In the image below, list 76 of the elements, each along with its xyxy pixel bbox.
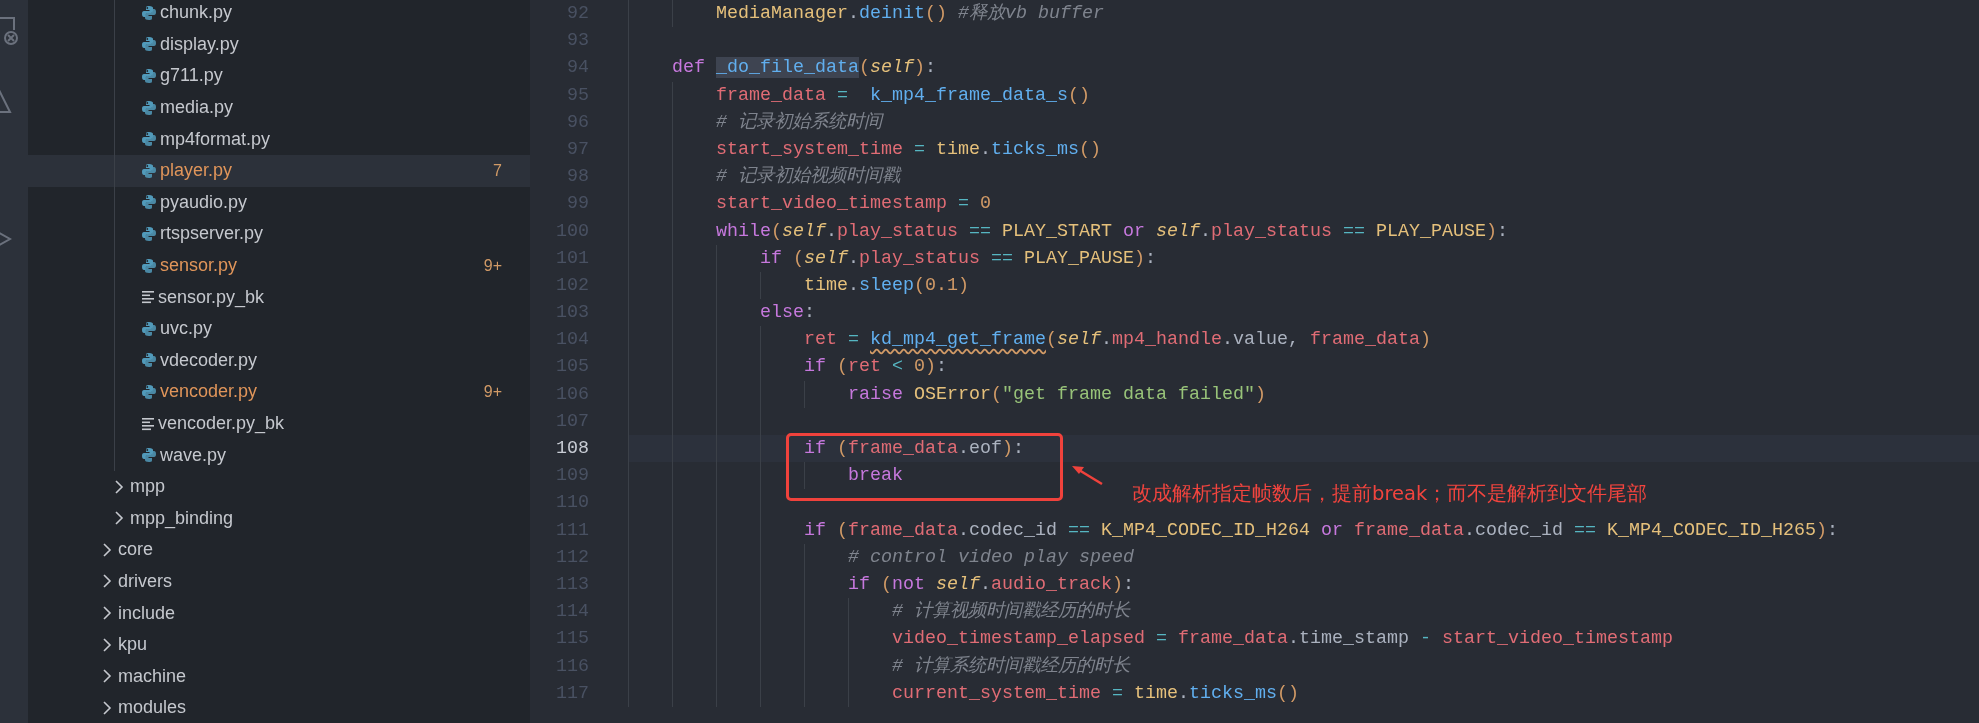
python-file-icon [141, 383, 157, 400]
python-file-icon [141, 4, 157, 21]
folder-item[interactable]: drivers [28, 565, 530, 598]
code-line: MediaManager.deinit() #释放vb buffer [716, 2, 1104, 26]
text-lines-icon [141, 416, 155, 431]
folder-item[interactable]: core [28, 534, 530, 566]
file-item[interactable]: wave.py [28, 439, 530, 471]
python-file-icon [141, 162, 157, 179]
python-file-icon [141, 447, 157, 464]
chevron-icon [101, 636, 113, 653]
code-line: if (ret < 0): [804, 355, 947, 380]
file-item[interactable]: display.py [28, 28, 530, 61]
code-line: current_system_time = time.ticks_ms() [892, 681, 1299, 706]
code-line: else: [760, 301, 815, 326]
code-line: video_timestamp_elapsed = frame_data.time_stamp - start_video_timestamp [892, 627, 1673, 652]
code-line: raise OSError("get frame data failed") [848, 382, 1266, 407]
folder-item[interactable]: machine [28, 660, 530, 693]
code-line: start_system_time = time.ticks_ms() [716, 137, 1101, 162]
python-file-icon [141, 225, 157, 242]
python-file-icon [141, 352, 157, 369]
chevron-icon [113, 478, 125, 495]
folder-item[interactable]: kpu [28, 628, 530, 661]
code-line: # 记录初始系统时间 [716, 110, 882, 135]
problem-count: 9+ [483, 255, 502, 276]
chevron-icon [101, 699, 113, 716]
file-item[interactable]: player.py 7 [28, 154, 530, 187]
line-number: 108 [556, 437, 589, 461]
code-line: # 记录初始视频时间戳 [716, 164, 900, 190]
file-item[interactable]: vencoder.py_bk [28, 407, 530, 440]
file-item[interactable]: uvc.py [28, 312, 530, 345]
problem-count: 7 [493, 160, 502, 181]
code-line: break [848, 464, 903, 489]
folder-item[interactable]: include [28, 597, 530, 629]
file-item[interactable]: vdecoder.py [28, 344, 530, 377]
file-item[interactable]: sensor.py_bk [28, 281, 530, 313]
annotation-arrow [1072, 466, 1103, 486]
chevron-icon [101, 605, 113, 622]
file-item[interactable]: chunk.py [28, 0, 530, 29]
code-line: def _do_file_data(self): [672, 56, 936, 81]
folder-item[interactable]: modules [28, 692, 530, 723]
file-item[interactable]: sensor.py 9+ [28, 249, 530, 282]
code-line: # 计算系统时间戳经历的时长 [892, 654, 1130, 679]
python-file-icon [141, 68, 157, 84]
code-line: if (frame_data.eof): [804, 437, 1024, 461]
python-file-icon [141, 257, 157, 274]
code-line: ret = kd_mp4_get_frame(self.mp4_handle.value, frame_data) [804, 328, 1431, 353]
problem-count: 9+ [483, 381, 502, 402]
box-x-icon[interactable] [0, 16, 20, 48]
python-file-icon [141, 320, 157, 337]
code-line: time.sleep(0.1) [804, 273, 969, 298]
code-line: if (frame_data.codec_id == K_MP4_CODEC_ID_H264 or frame_data.codec_id == K_MP4_CODEC_ID_H265): [804, 518, 1838, 543]
code-line: # 计算视频时间戳经历的时长 [892, 600, 1130, 625]
chevron-icon [101, 573, 113, 590]
code-line: if (self.play_status == PLAY_PAUSE): [760, 246, 1156, 271]
python-file-icon [141, 194, 157, 211]
code-line: while(self.play_status == PLAY_START or self.play_status == PLAY_PAUSE): [716, 219, 1508, 244]
chevron-icon [101, 541, 113, 558]
file-item[interactable]: g711.py [28, 60, 530, 92]
folder-item[interactable]: mpp_binding [28, 502, 530, 535]
code-line: start_video_timestamp = 0 [716, 192, 991, 217]
file-item[interactable]: pyaudio.py [28, 186, 530, 219]
code-line: if (not self.audio_track): [848, 572, 1134, 597]
code-line: frame_data = k_mp4_frame_data_s() [716, 83, 1090, 108]
file-item[interactable]: vencoder.py 9+ [28, 376, 530, 408]
text-lines-icon [141, 290, 155, 305]
folder-item[interactable]: mpp [28, 470, 530, 503]
file-item[interactable]: media.py [28, 91, 530, 124]
file-item[interactable]: rtspserver.py [28, 218, 530, 250]
python-file-icon [141, 36, 157, 53]
python-file-icon [141, 131, 157, 148]
file-item[interactable]: mp4format.py [28, 123, 530, 155]
code-line: # control video play speed [848, 545, 1134, 570]
chevron-icon [113, 510, 125, 527]
python-file-icon [141, 99, 157, 116]
annotation-text: 改成解析指定帧数后，提前break；而不是解析到文件尾部 [1132, 481, 1648, 507]
chevron-icon [101, 668, 113, 685]
